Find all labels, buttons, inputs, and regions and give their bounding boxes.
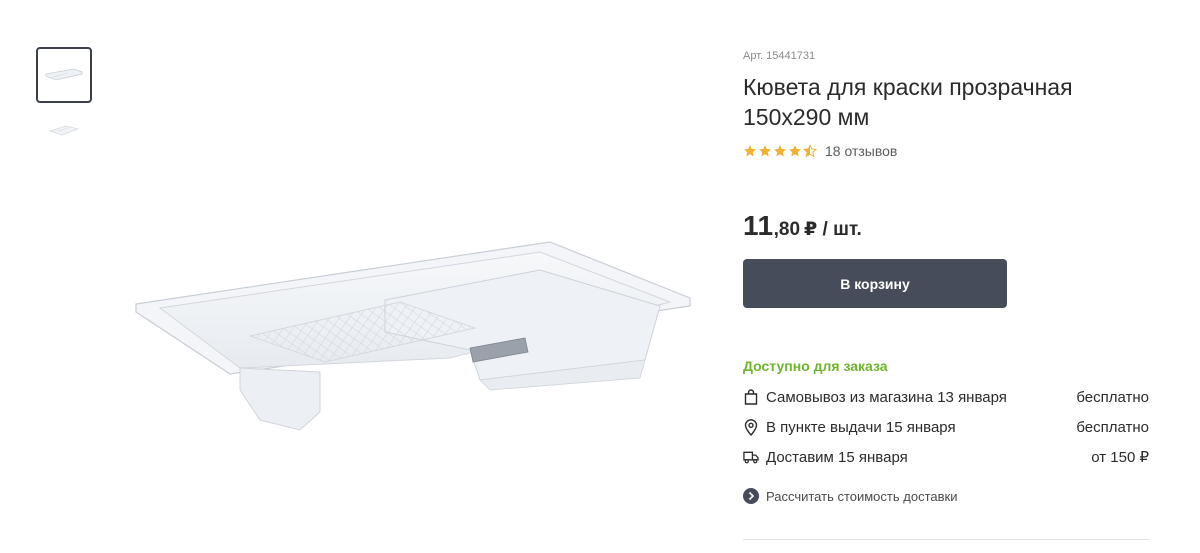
price-fraction: ,80 (773, 219, 801, 240)
star-full-icon (774, 145, 786, 157)
delivery-option-price: от 150 ₽ (1091, 449, 1149, 466)
product-title-line-2: 150x290 мм (743, 104, 870, 130)
calculate-delivery-label: Рассчитать стоимость доставки (766, 488, 958, 504)
product-title: Кювета для краски прозрачная 150x290 мм (743, 72, 1149, 132)
delivery-option-pickup-point: В пункте выдачи 15 января бесплатно (743, 412, 1149, 442)
star-full-icon (744, 145, 756, 157)
availability-status: Доступно для заказа (743, 358, 888, 374)
price-unit: ₽ / шт. (804, 219, 862, 240)
delivery-option-price: бесплатно (1076, 418, 1149, 436)
delivery-option-label: В пункте выдачи 15 января (766, 418, 956, 436)
star-full-icon (759, 145, 771, 157)
delivery-option-price: бесплатно (1076, 388, 1149, 406)
price-integer: 11 (743, 210, 774, 241)
delivery-option-courier: Доставим 15 января от 150 ₽ (743, 442, 1149, 472)
star-half-icon (803, 144, 817, 158)
product-page: Арт. 15441731 Кювета для краски прозрачн… (0, 0, 1200, 553)
calculate-delivery-link[interactable]: Рассчитать стоимость доставки (743, 488, 1149, 504)
price: 11 ,80 ₽ / шт. (743, 210, 1149, 246)
arrow-circle-icon (743, 488, 759, 504)
delivery-option-label: Самовывоз из магазина 13 января (766, 388, 1007, 406)
thumbnail-list (36, 47, 92, 159)
star-full-icon (789, 145, 801, 157)
product-sku: Арт. 15441731 (743, 50, 816, 62)
product-info: Арт. 15441731 Кювета для краски прозрачн… (743, 48, 1149, 504)
delivery-options: Самовывоз из магазина 13 января бесплатн… (743, 382, 1149, 472)
paint-tray-thumbnail-icon (48, 125, 80, 136)
reviews-link[interactable]: 18 отзывов (825, 143, 897, 159)
divider (743, 539, 1149, 540)
delivery-option-pickup: Самовывоз из магазина 13 января бесплатн… (743, 382, 1149, 412)
thumbnail-2[interactable] (36, 103, 92, 159)
rating-stars (743, 144, 818, 158)
map-pin-icon (743, 418, 759, 436)
paint-tray-image (135, 241, 691, 431)
paint-tray-thumbnail-icon (45, 68, 83, 81)
rating[interactable]: 18 отзывов (743, 142, 1149, 160)
shopping-bag-icon (743, 388, 759, 406)
delivery-option-label: Доставим 15 января (766, 448, 908, 466)
thumbnail-1[interactable] (36, 47, 92, 103)
add-to-cart-button[interactable]: В корзину (743, 259, 1007, 308)
truck-icon (743, 448, 759, 466)
product-title-line-1: Кювета для краски прозрачная (743, 74, 1073, 100)
